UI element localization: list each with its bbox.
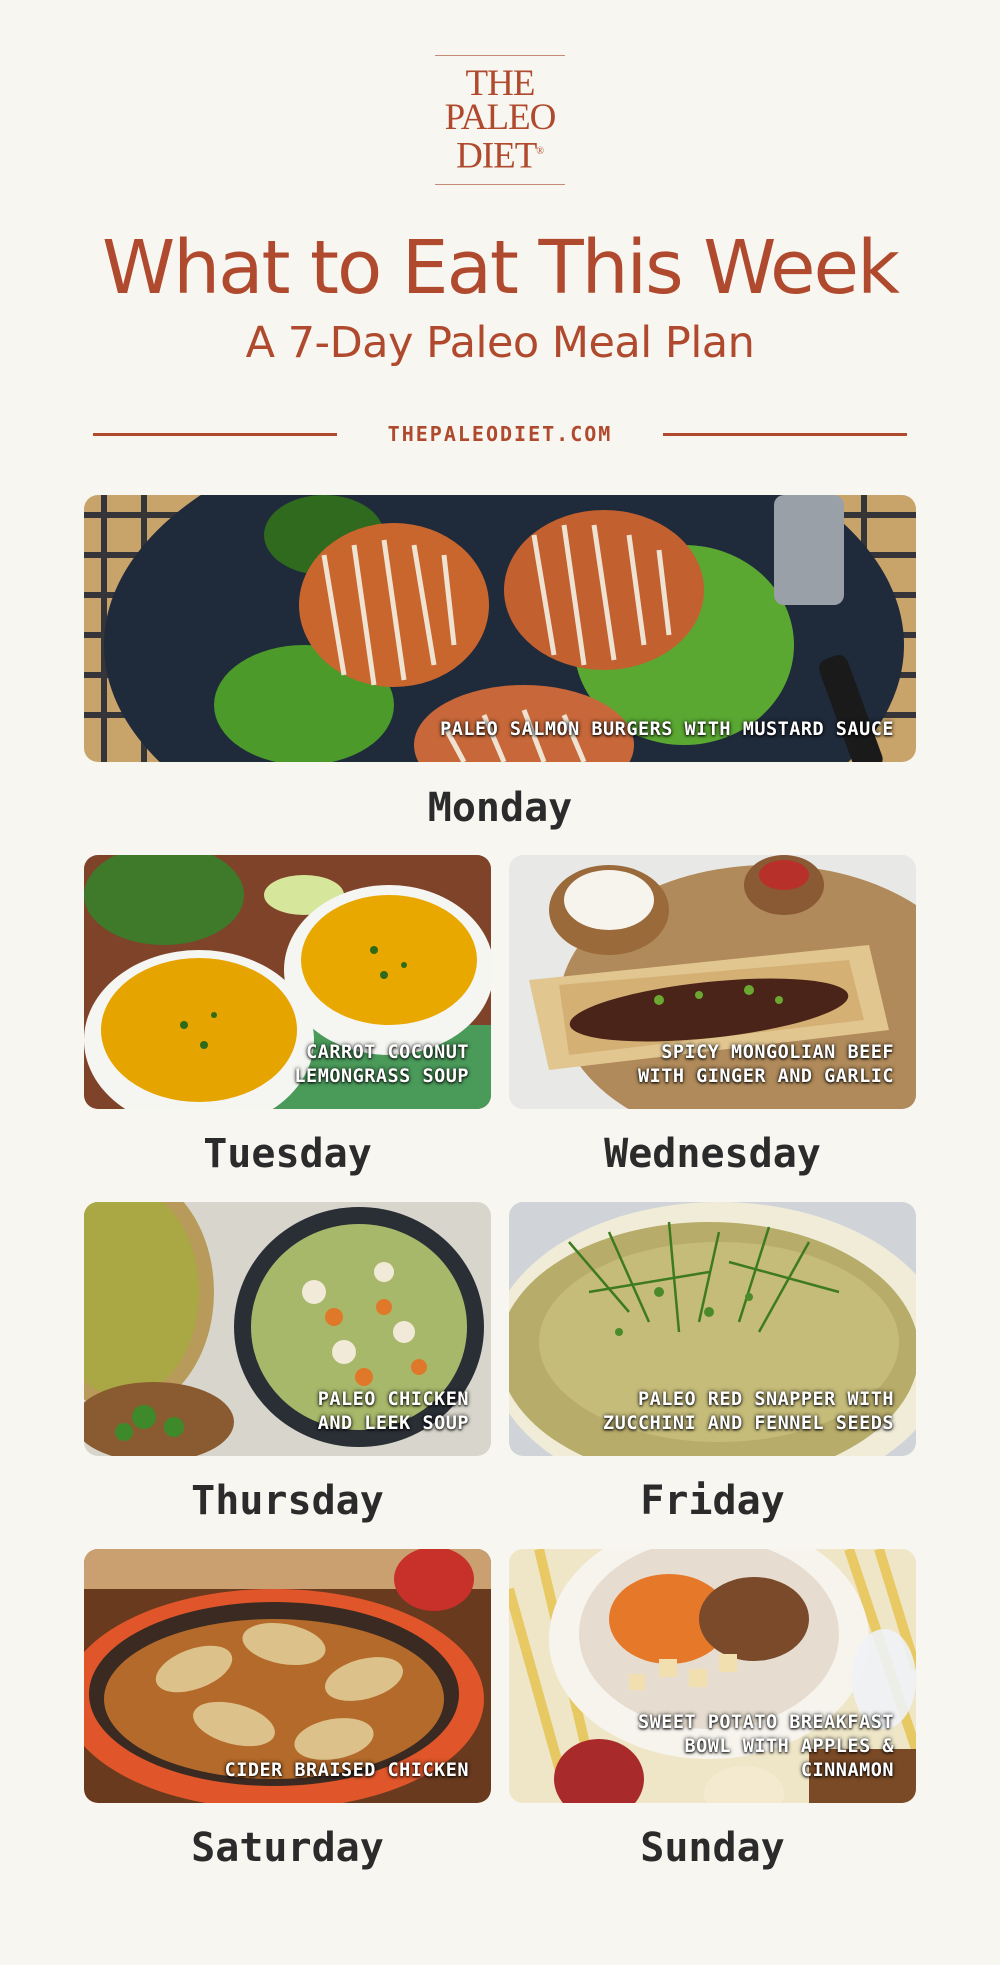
meal-caption: PALEO SALMON BURGERS WITH MUSTARD SAUCE	[440, 718, 894, 742]
meal-caption: CIDER BRAISED CHICKEN	[225, 1759, 469, 1783]
caption-line: PALEO RED SNAPPER WITH	[637, 1389, 894, 1410]
caption-line: PALEO SALMON BURGERS WITH MUSTARD SAUCE	[440, 719, 894, 740]
caption-line: ZUCCHINI AND FENNEL SEEDS	[603, 1413, 894, 1434]
site-url: THEPALEODIET.COM	[387, 422, 613, 446]
divider-right	[663, 433, 907, 436]
caption-line: CIDER BRAISED CHICKEN	[224, 1760, 469, 1781]
divider-left	[93, 433, 337, 436]
day-label-monday: Monday	[427, 785, 573, 831]
caption-line: PALEO CHICKEN	[317, 1389, 469, 1410]
caption-line: SPICY MONGOLIAN BEEF	[661, 1042, 894, 1063]
meal-caption: CARROT COCONUT LEMONGRASS SOUP	[294, 1041, 469, 1089]
caption-line: WITH GINGER AND GARLIC	[637, 1066, 894, 1087]
day-label-saturday: Saturday	[191, 1825, 384, 1871]
day-label-wednesday: Wednesday	[604, 1131, 821, 1177]
logo-line-3: DIET®	[456, 135, 544, 177]
paleo-diet-logo: THE PALEO DIET®	[435, 55, 565, 185]
day-label-sunday: Sunday	[640, 1825, 785, 1871]
meal-card-sunday[interactable]: SWEET POTATO BREAKFAST BOWL WITH APPLES …	[509, 1549, 916, 1803]
caption-line: BOWL WITH APPLES &	[684, 1736, 894, 1757]
caption-line: SWEET POTATO BREAKFAST	[637, 1712, 894, 1733]
caption-line: CINNAMON	[800, 1760, 894, 1781]
meal-card-friday[interactable]: PALEO RED SNAPPER WITH ZUCCHINI AND FENN…	[509, 1202, 916, 1456]
meal-card-tuesday[interactable]: CARROT COCONUT LEMONGRASS SOUP	[84, 855, 491, 1109]
meal-card-wednesday[interactable]: SPICY MONGOLIAN BEEF WITH GINGER AND GAR…	[509, 855, 916, 1109]
meal-card-saturday[interactable]: CIDER BRAISED CHICKEN	[84, 1549, 491, 1803]
caption-line: AND LEEK SOUP	[317, 1413, 469, 1434]
meal-card-monday[interactable]: PALEO SALMON BURGERS WITH MUSTARD SAUCE	[84, 495, 916, 762]
day-label-tuesday: Tuesday	[203, 1131, 372, 1177]
registered-mark: ®	[536, 145, 544, 157]
page-title: What to Eat This Week	[102, 225, 900, 311]
day-label-friday: Friday	[640, 1478, 785, 1524]
page-subtitle: A 7-Day Paleo Meal Plan	[245, 318, 755, 368]
meal-caption: SWEET POTATO BREAKFAST BOWL WITH APPLES …	[638, 1711, 894, 1783]
caption-line: CARROT COCONUT	[306, 1042, 469, 1063]
meal-caption: SPICY MONGOLIAN BEEF WITH GINGER AND GAR…	[638, 1041, 894, 1089]
caption-line: LEMONGRASS SOUP	[294, 1066, 469, 1087]
meal-caption: PALEO CHICKEN AND LEEK SOUP	[318, 1388, 469, 1436]
logo-line-2: PALEO	[444, 96, 557, 138]
meal-caption: PALEO RED SNAPPER WITH ZUCCHINI AND FENN…	[603, 1388, 894, 1436]
logo-line-1: THE	[465, 62, 536, 104]
meal-card-thursday[interactable]: PALEO CHICKEN AND LEEK SOUP	[84, 1202, 491, 1456]
day-label-thursday: Thursday	[191, 1478, 384, 1524]
